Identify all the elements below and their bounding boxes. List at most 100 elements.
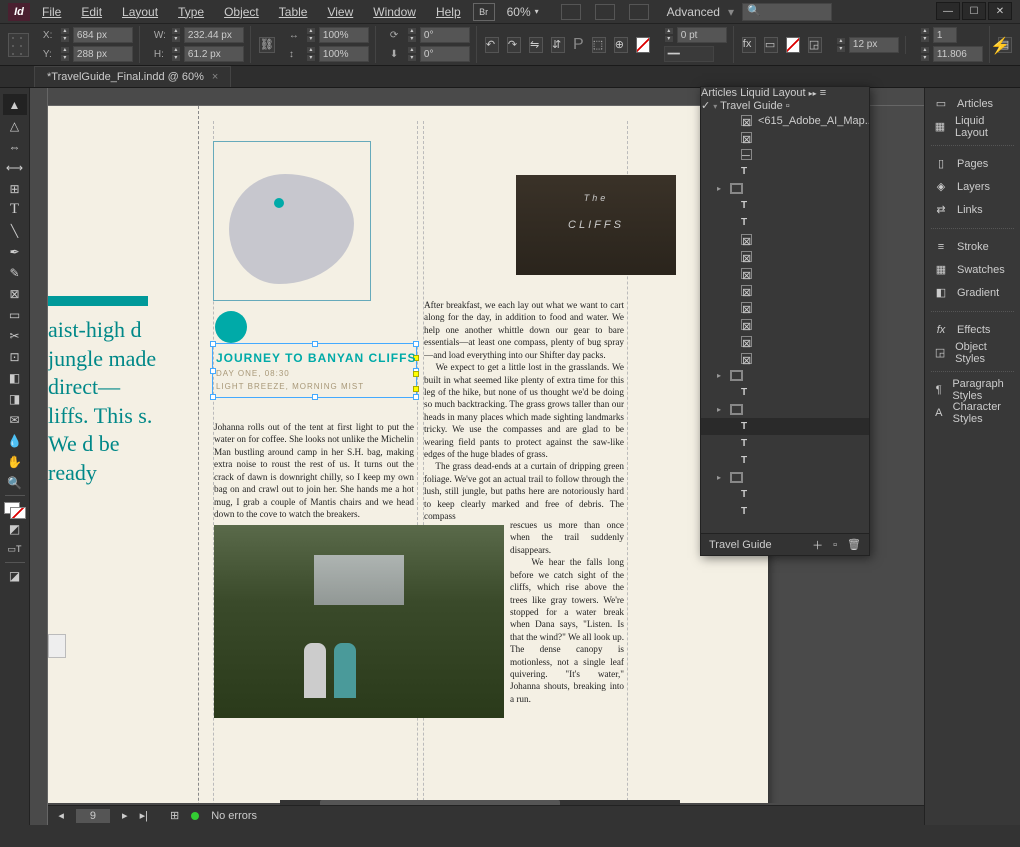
rotate-ccw-icon[interactable]: ↶ — [485, 37, 499, 53]
select-container-icon[interactable]: ⬚ — [592, 37, 606, 53]
document-tab[interactable]: *TravelGuide_Final.indd @ 60% × — [34, 66, 231, 87]
article-item[interactable]: T — [701, 214, 869, 231]
h-field[interactable]: 61.2 px — [184, 46, 244, 62]
article-item[interactable]: T — [701, 163, 869, 180]
menu-type[interactable]: Type — [178, 5, 204, 19]
menu-view[interactable]: View — [327, 5, 353, 19]
selection-tool[interactable]: ▲ — [3, 94, 27, 115]
cliffs-image[interactable]: TheCLIFFS — [516, 175, 676, 275]
article-item[interactable]: T — [701, 452, 869, 469]
article-item[interactable]: ⊠ — [701, 333, 869, 350]
pencil-tool[interactable]: ✎ — [3, 262, 27, 283]
wrap-none-icon[interactable]: ▭ — [764, 37, 778, 53]
article-item[interactable]: ⊠ — [701, 282, 869, 299]
dock-character-styles[interactable]: ACharacter Styles — [925, 401, 1020, 424]
menu-object[interactable]: Object — [224, 5, 259, 19]
panel-collapse-icon[interactable]: ▸▸ — [809, 89, 817, 98]
dock-layers[interactable]: ◈Layers — [925, 175, 1020, 198]
y-field[interactable]: 288 px — [73, 46, 133, 62]
close-button[interactable]: ✕ — [988, 2, 1012, 20]
article-item[interactable]: T — [701, 384, 869, 401]
constrain-icon[interactable]: ⛓ — [259, 37, 275, 53]
gradient-swatch-tool[interactable]: ◧ — [3, 367, 27, 388]
menu-file[interactable]: File — [42, 5, 61, 19]
article-item[interactable]: T — [701, 197, 869, 214]
article-item[interactable]: ─ — [701, 146, 869, 163]
menu-help[interactable]: Help — [436, 5, 461, 19]
bridge-button[interactable]: Br — [473, 3, 495, 21]
panel-menu-icon[interactable]: ≡ — [820, 87, 826, 99]
dock-paragraph-styles[interactable]: ¶Paragraph Styles — [925, 378, 1020, 401]
map-frame[interactable] — [213, 141, 371, 301]
fill-stroke-swatch[interactable] — [4, 502, 26, 518]
article-item[interactable]: ▸ — [701, 469, 869, 486]
articles-tab[interactable]: Articles — [701, 87, 737, 99]
corner-size[interactable]: 12 px — [849, 37, 899, 53]
article-item[interactable]: ⊠ — [701, 129, 869, 146]
page-tool[interactable]: ⇔ — [3, 136, 27, 157]
article-item[interactable]: ▸ — [701, 180, 869, 197]
gradient-feather-tool[interactable]: ◨ — [3, 388, 27, 409]
select-content-icon[interactable]: ⊕ — [614, 37, 628, 53]
dock-articles[interactable]: ▭Articles — [925, 92, 1020, 115]
article-item[interactable]: T — [701, 486, 869, 503]
dock-effects[interactable]: fxEffects — [925, 318, 1020, 341]
view-mode-3[interactable] — [629, 4, 649, 20]
stroke-weight[interactable]: 0 pt — [677, 27, 727, 43]
flip-h-icon[interactable]: ⇋ — [529, 37, 543, 53]
help-search[interactable]: 🔍 — [742, 3, 832, 21]
zoom-level[interactable]: 60% — [507, 5, 539, 19]
article-item[interactable]: ⊠ — [701, 316, 869, 333]
free-transform-tool[interactable]: ⊡ — [3, 346, 27, 367]
flip-v-icon[interactable]: ⇵ — [551, 37, 565, 53]
view-mode-icon[interactable]: ◪ — [3, 565, 27, 586]
dock-stroke[interactable]: ≡Stroke — [925, 235, 1020, 258]
menu-table[interactable]: Table — [279, 5, 308, 19]
minimize-button[interactable]: — — [936, 2, 960, 20]
article-item[interactable]: ▸ — [701, 367, 869, 384]
quick-apply-icon[interactable]: ⚡ — [990, 36, 1010, 56]
vertical-ruler[interactable] — [30, 88, 48, 825]
line-tool[interactable]: ╲ — [3, 220, 27, 241]
article-item[interactable]: ⊠ — [701, 231, 869, 248]
pen-tool[interactable]: ✒ — [3, 241, 27, 262]
maximize-button[interactable]: ☐ — [962, 2, 986, 20]
rotation-field[interactable]: 0° — [420, 27, 470, 43]
rectangle-frame-tool[interactable]: ⊠ — [3, 283, 27, 304]
dock-gradient[interactable]: ◧Gradient — [925, 281, 1020, 304]
gutter-field[interactable]: 11.806 — [933, 46, 983, 62]
article-item[interactable]: ⊠ — [701, 265, 869, 282]
article-item[interactable]: T — [701, 435, 869, 452]
article-name[interactable]: Travel Guide — [720, 100, 783, 112]
workspace-switcher[interactable]: Advanced — [667, 5, 720, 19]
w-field[interactable]: 232.44 px — [184, 27, 244, 43]
rotate-cw-icon[interactable]: ↷ — [507, 37, 521, 53]
delete-article-icon[interactable]: 🗑 — [847, 538, 861, 551]
shear-field[interactable]: 0° — [420, 46, 470, 62]
hiking-photo[interactable] — [214, 525, 504, 718]
article-item[interactable]: ⊠ — [701, 248, 869, 265]
article-checkbox[interactable]: ✓ — [701, 100, 710, 112]
article-item[interactable]: ⊠<615_Adobe_AI_Map... — [701, 112, 869, 129]
add-article-icon[interactable]: ＋ — [812, 537, 823, 553]
effects-icon[interactable]: fx — [742, 37, 756, 53]
page-nav-next[interactable]: ▸ — [122, 809, 128, 822]
document-canvas[interactable]: aist-high d jungle made direct— liffs. T… — [30, 88, 1020, 825]
reference-point[interactable] — [8, 33, 29, 57]
article-item[interactable]: T — [701, 503, 869, 520]
page-number-field[interactable]: 9 — [76, 809, 110, 823]
menu-window[interactable]: Window — [373, 5, 416, 19]
dock-object-styles[interactable]: ◲Object Styles — [925, 341, 1020, 364]
format-container-icon[interactable]: ▭T — [3, 539, 27, 560]
menu-layout[interactable]: Layout — [122, 5, 158, 19]
hand-tool[interactable]: ✋ — [3, 451, 27, 472]
fill-none-icon[interactable] — [636, 37, 650, 53]
eyedropper-tool[interactable]: 💧 — [3, 430, 27, 451]
note-tool[interactable]: ✉ — [3, 409, 27, 430]
view-mode-2[interactable] — [595, 4, 615, 20]
dock-swatches[interactable]: ▦Swatches — [925, 258, 1020, 281]
corner-options-icon[interactable]: ◲ — [808, 37, 822, 53]
dock-pages[interactable]: ▯Pages — [925, 152, 1020, 175]
apply-color-icon[interactable]: ◩ — [3, 518, 27, 539]
scissors-tool[interactable]: ✂ — [3, 325, 27, 346]
